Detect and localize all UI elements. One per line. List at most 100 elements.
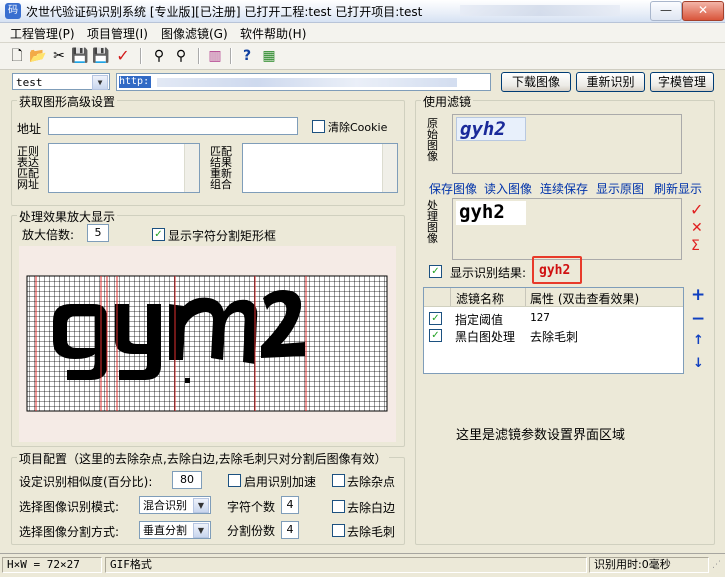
filter-attribute: 127: [530, 311, 550, 324]
address-label: 地址: [17, 122, 42, 136]
menu-filter[interactable]: 图像滤镜(G): [161, 25, 228, 42]
continuous-save-link[interactable]: 连续保存: [540, 180, 588, 197]
recognition-mode-label: 选择图像识别模式:: [19, 500, 120, 514]
filter-name: 指定阈值: [455, 313, 504, 327]
cancel-x-icon[interactable]: ✕: [691, 220, 703, 236]
sigma-icon[interactable]: Σ: [691, 238, 700, 254]
blurred-title-area: [460, 5, 620, 16]
move-up-icon[interactable]: ↑: [693, 333, 704, 348]
cut-icon[interactable]: ✂: [50, 47, 68, 65]
split-mode-select[interactable]: 垂直分割 ▼: [139, 521, 211, 539]
filter-list-header: 滤镜名称 属性 (双击查看效果): [424, 288, 683, 307]
filter-group-title: 使用滤镜: [421, 93, 474, 110]
image-icon[interactable]: ▦: [260, 47, 278, 65]
recognition-mode-value: 混合识别: [143, 499, 187, 512]
address-input[interactable]: [48, 117, 298, 135]
refresh-display-link[interactable]: 刷新显示: [654, 180, 702, 197]
url-selected-text: http:: [119, 76, 151, 88]
recognition-result: gyh2: [539, 263, 571, 278]
table-row[interactable]: ✓ 指定阈值 127: [424, 310, 683, 327]
check-icon[interactable]: ✓: [114, 47, 132, 65]
accelerate-checkbox[interactable]: [228, 474, 241, 487]
project-select[interactable]: test ▼: [12, 73, 110, 90]
toolbar-separator: [198, 48, 200, 64]
filter-enabled-checkbox[interactable]: ✓: [429, 312, 442, 325]
download-image-button[interactable]: 下载图像: [501, 72, 571, 92]
save-image-link[interactable]: 保存图像: [429, 180, 477, 197]
reidentify-button[interactable]: 重新识别: [576, 72, 645, 92]
save-all-icon[interactable]: 💾: [92, 47, 110, 65]
books-icon[interactable]: ▥: [206, 47, 224, 65]
remove-noise-checkbox[interactable]: [332, 474, 345, 487]
remove-noise-label: 去除杂点: [347, 475, 396, 489]
remove-burr-checkbox[interactable]: [332, 524, 345, 537]
toolbar-separator: [140, 48, 142, 64]
split-count-label: 分割份数: [227, 524, 276, 538]
filter-enabled-checkbox[interactable]: ✓: [429, 329, 442, 342]
processed-captcha-image: gyh2: [456, 201, 526, 225]
split-mode-value: 垂直分割: [143, 524, 187, 537]
move-down-icon[interactable]: ↓: [693, 356, 704, 371]
column-attributes[interactable]: 属性 (双击查看效果): [530, 290, 639, 307]
menu-item-manage[interactable]: 项目管理(I): [87, 25, 148, 42]
column-filter-name[interactable]: 滤镜名称: [456, 290, 504, 307]
zoom-canvas: [19, 246, 396, 442]
filter-list[interactable]: 滤镜名称 属性 (双击查看效果) ✓ 指定阈值 127 ✓ 黑白图处理 去除毛刺: [423, 287, 684, 374]
zoom-display-title: 处理效果放大显示: [17, 208, 118, 225]
clear-cookie-checkbox[interactable]: [312, 120, 325, 133]
project-select-value: test: [16, 76, 43, 89]
regex-url-textarea[interactable]: [48, 143, 200, 193]
column-divider: [450, 288, 451, 306]
minimize-button[interactable]: —: [650, 1, 682, 21]
scrollbar[interactable]: [184, 144, 199, 192]
char-count-label: 字符个数: [227, 500, 276, 514]
split-count-input[interactable]: 4: [281, 521, 299, 539]
template-manage-button[interactable]: 字模管理: [650, 72, 714, 92]
remove-border-checkbox[interactable]: [332, 500, 345, 513]
show-original-link[interactable]: 显示原图: [596, 180, 644, 197]
close-button[interactable]: ✕: [682, 1, 724, 21]
chevron-down-icon[interactable]: ▼: [193, 523, 209, 538]
load-image-link[interactable]: 读入图像: [484, 180, 532, 197]
similarity-input[interactable]: 80: [172, 471, 202, 489]
resize-grip-icon[interactable]: ⋰: [712, 560, 722, 572]
new-file-icon[interactable]: 🗋: [8, 47, 26, 65]
title-bar: 码 次世代验证码识别系统 [专业版][已注册] 已打开工程:test 已打开项目…: [0, 0, 725, 23]
menu-help[interactable]: 软件帮助(H): [240, 25, 306, 42]
zoom-factor-input[interactable]: 5: [87, 224, 109, 242]
url-input[interactable]: http:: [116, 73, 491, 91]
chevron-down-icon[interactable]: ▼: [193, 498, 209, 513]
menu-project[interactable]: 工程管理(P): [10, 25, 75, 42]
find-replace-icon[interactable]: ⚲: [172, 47, 190, 65]
show-rect-checkbox[interactable]: ✓: [152, 228, 165, 241]
scrollbar[interactable]: [382, 144, 397, 192]
status-bar: H×W = 72×27 GIF格式 识别用时:0毫秒 ⋰: [0, 553, 725, 577]
add-filter-icon[interactable]: +: [691, 285, 705, 305]
apply-check-icon[interactable]: ✓: [690, 200, 703, 219]
binoculars-icon[interactable]: ⚲: [150, 47, 168, 65]
help-cursor-icon[interactable]: ?: [238, 47, 256, 65]
column-divider: [525, 288, 526, 306]
match-result-textarea[interactable]: [242, 143, 398, 193]
chevron-down-icon[interactable]: ▼: [92, 75, 108, 90]
similarity-label: 设定识别相似度(百分比):: [19, 475, 153, 489]
project-config-title: 项目配置（这里的去除杂点,去除白边,去除毛刺只对分割后图像有效）: [17, 450, 389, 467]
recognition-time-status: 识别用时:0毫秒: [589, 557, 709, 573]
table-row[interactable]: ✓ 黑白图处理 去除毛刺: [424, 327, 683, 344]
image-size-status: H×W = 72×27: [2, 557, 102, 573]
window-title: 次世代验证码识别系统 [专业版][已注册] 已打开工程:test 已打开项目:t…: [26, 5, 423, 19]
zoomed-captcha-grid: [26, 275, 388, 412]
filter-attribute: 去除毛刺: [530, 330, 579, 344]
save-icon[interactable]: 💾: [71, 47, 89, 65]
filter-name: 黑白图处理: [455, 330, 516, 344]
accelerate-label: 启用识别加速: [244, 475, 317, 489]
filter-param-placeholder: 这里是滤镜参数设置界面区域: [456, 428, 626, 443]
char-count-input[interactable]: 4: [281, 496, 299, 514]
blurred-url: [157, 78, 457, 87]
result-highlight: gyh2: [532, 256, 582, 284]
menu-bar: 工程管理(P) 项目管理(I) 图像滤镜(G) 软件帮助(H): [0, 23, 725, 43]
open-folder-icon[interactable]: 📂: [29, 47, 47, 65]
show-result-checkbox[interactable]: ✓: [429, 265, 442, 278]
remove-filter-icon[interactable]: −: [691, 309, 705, 329]
recognition-mode-select[interactable]: 混合识别 ▼: [139, 496, 211, 514]
